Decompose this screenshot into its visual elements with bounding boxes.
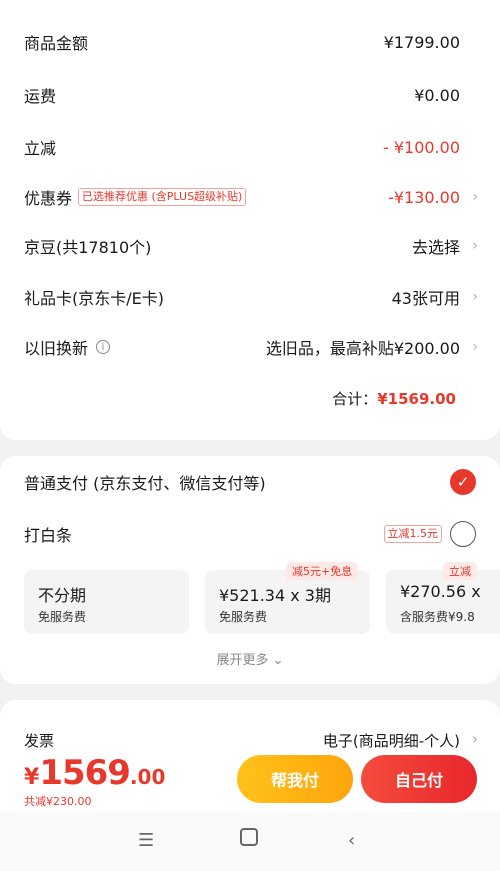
jingdou-label: 京豆(共17810个)	[24, 238, 152, 257]
plan-no-installment[interactable]: 不分期 免服务费	[24, 570, 189, 634]
gift-card-row[interactable]: 礼品卡(京东卡/E卡) 43张可用 ›	[24, 282, 478, 312]
shipping-label: 运费	[24, 87, 57, 106]
plan-main: 不分期	[38, 586, 87, 605]
plan-main: ¥521.34 x 3期	[219, 586, 331, 605]
order-summary-card	[0, 0, 500, 440]
normal-payment-label: 普通支付 (京东支付、微信支付等)	[24, 474, 266, 493]
expand-more-label: 展开更多	[216, 653, 269, 668]
baitiao-discount-tag: 立减1.5元	[383, 525, 442, 543]
total-line: 合计：¥1569.00	[332, 388, 456, 409]
normal-payment-option[interactable]: 普通支付 (京东支付、微信支付等) ✓	[24, 467, 476, 497]
baitiao-option[interactable]: 打白条 立减1.5元	[24, 519, 476, 549]
plan-main: ¥270.56 x	[400, 582, 481, 601]
chevron-right-icon: ›	[472, 238, 478, 254]
self-pay-button[interactable]: 自己付	[361, 755, 477, 803]
info-icon[interactable]: i	[96, 340, 111, 354]
total-value: ¥1569.00	[377, 390, 456, 408]
shipping-value: ¥0.00	[414, 85, 460, 105]
invoice-value: 电子(商品明细-个人)	[322, 732, 460, 750]
instant-discount-label: 立减	[24, 139, 57, 158]
chevron-right-icon: ›	[472, 289, 478, 305]
price-integer: 1569	[39, 753, 131, 793]
chevron-right-icon: ›	[472, 189, 478, 205]
plan-badge: 减5元+免息	[286, 562, 359, 580]
gift-card-value: 43张可用	[391, 289, 460, 308]
plan-sub: 免服务费	[38, 610, 87, 624]
shipping-row: 运费 ¥0.00	[24, 80, 478, 110]
price-decimal: .00	[129, 765, 166, 789]
installment-plans: 不分期 免服务费 ¥521.34 x 3期 免服务费 ¥270.56 x 含服务…	[24, 570, 500, 634]
menu-icon[interactable]: ☰	[138, 830, 154, 851]
trade-in-label: 以旧换新	[24, 339, 89, 358]
jingdou-value: 去选择	[411, 238, 460, 257]
baitiao-radio[interactable]	[450, 521, 476, 547]
total-saving: 共减¥230.00	[24, 795, 92, 808]
coupon-value: -¥130.00	[388, 187, 460, 207]
invoice-label: 发票	[24, 732, 55, 750]
chevron-right-icon: ›	[472, 730, 478, 748]
expand-more-button[interactable]: 展开更多 ⌄	[0, 649, 500, 668]
baitiao-label: 打白条	[24, 526, 73, 545]
final-price: ¥1569.00	[24, 753, 165, 793]
total-label: 合计：	[332, 390, 378, 408]
plan-sub: 免服务费	[219, 610, 268, 624]
system-nav-bar: ☰ ‹	[0, 812, 500, 871]
coupon-label: 优惠券	[24, 189, 73, 208]
help-pay-button[interactable]: 帮我付	[237, 755, 353, 803]
goods-amount-row: 商品金额 ¥1799.00	[24, 27, 478, 57]
price-currency: ¥	[24, 765, 40, 790]
check-circle-icon[interactable]: ✓	[450, 469, 476, 495]
home-icon[interactable]	[240, 828, 258, 846]
trade-in-value: 选旧品，最高补贴¥200.00	[265, 339, 460, 358]
coupon-recommend-tag: 已选推荐优惠 (含PLUS超级补贴)	[78, 188, 247, 206]
goods-amount-label: 商品金额	[24, 34, 89, 53]
trade-in-row[interactable]: 以旧换新 i 选旧品，最高补贴¥200.00 ›	[24, 332, 478, 362]
coupon-row[interactable]: 优惠券 已选推荐优惠 (含PLUS超级补贴) -¥130.00 ›	[24, 182, 478, 212]
goods-amount-value: ¥1799.00	[383, 32, 460, 52]
chevron-down-icon: ⌄	[272, 653, 284, 668]
chevron-right-icon: ›	[472, 339, 478, 355]
invoice-row[interactable]: 发票 电子(商品明细-个人) ›	[24, 730, 478, 751]
instant-discount-value: - ¥100.00	[382, 137, 460, 157]
gift-card-label: 礼品卡(京东卡/E卡)	[24, 289, 164, 308]
jingdou-row[interactable]: 京豆(共17810个) 去选择 ›	[24, 231, 478, 261]
instant-discount-row: 立减 - ¥100.00	[24, 132, 478, 162]
plan-badge: 立减	[443, 562, 477, 580]
plan-sub: 含服务费¥9.8	[400, 610, 475, 624]
back-icon[interactable]: ‹	[348, 830, 355, 851]
